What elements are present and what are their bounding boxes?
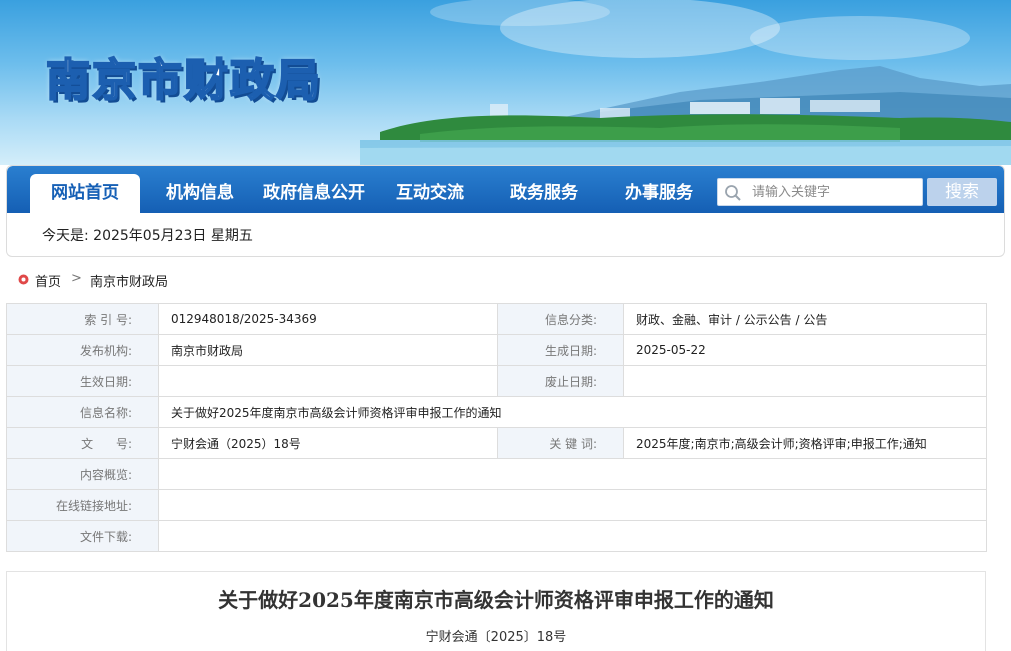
doc-number-value: 宁财会通（2025）18号 (158, 427, 498, 459)
overview-value (158, 458, 987, 490)
site-title: 南京市财政局 (45, 54, 322, 107)
online-link-value[interactable] (158, 489, 987, 521)
info-name-label: 信息名称: (6, 396, 159, 428)
current-date: 今天是: 2025年05月23日 星期五 (42, 228, 253, 244)
search-input[interactable] (752, 182, 918, 202)
index-label: 索 引 号: (6, 303, 159, 335)
category-label: 信息分类: (497, 303, 624, 335)
table-row: 文 号: 宁财会通（2025）18号 关 键 词: 2025年度;南京市;高级会… (6, 427, 987, 459)
abolish-date-value (623, 365, 987, 397)
breadcrumb-separator: > (71, 271, 82, 286)
index-value: 012948018/2025-34369 (158, 303, 498, 335)
file-download-value[interactable] (158, 520, 987, 552)
breadcrumb-current[interactable]: 南京市财政局 (90, 271, 168, 290)
keywords-value: 2025年度;南京市;高级会计师;资格评审;申报工作;通知 (623, 427, 987, 459)
table-row: 信息名称: 关于做好2025年度南京市高级会计师资格评审申报工作的通知 (6, 396, 987, 428)
table-row: 发布机构: 南京市财政局 生成日期: 2025-05-22 (6, 334, 987, 366)
home-icon (18, 274, 29, 285)
overview-label: 内容概览: (6, 458, 159, 490)
article-title: 关于做好2025年度南京市高级会计师资格评审申报工作的通知 (218, 588, 774, 612)
search-button[interactable]: 搜索 (927, 178, 997, 206)
effective-date-label: 生效日期: (6, 365, 159, 397)
nav-box: 网站首页 机构信息 政府信息公开 互动交流 政务服务 办事服务 搜索 今天是: … (6, 165, 1005, 257)
keywords-label: 关 键 词: (497, 427, 624, 459)
publisher-label: 发布机构: (6, 334, 159, 366)
main-nav: 网站首页 机构信息 政府信息公开 互动交流 政务服务 办事服务 搜索 (7, 166, 1004, 213)
publisher-value: 南京市财政局 (158, 334, 498, 366)
article-doc-number: 宁财会通〔2025〕18号 (425, 630, 567, 645)
abolish-date-label: 废止日期: (497, 365, 624, 397)
doc-number-label: 文 号: (6, 427, 159, 459)
nav-item-gov-services[interactable]: 政务服务 (499, 174, 589, 213)
online-link-label: 在线链接地址: (6, 489, 159, 521)
search-box (717, 178, 923, 206)
table-row: 索 引 号: 012948018/2025-34369 信息分类: 财政、金融、… (6, 303, 987, 335)
header-banner: 南京市财政局 (0, 0, 1011, 165)
table-row: 内容概览: (6, 458, 987, 490)
article-body: 关于做好2025年度南京市高级会计师资格评审申报工作的通知 宁财会通〔2025〕… (6, 571, 986, 651)
nav-item-affairs[interactable]: 办事服务 (614, 174, 704, 213)
table-row: 文件下载: (6, 520, 987, 552)
nav-item-gov-info[interactable]: 政府信息公开 (254, 174, 374, 213)
nav-item-home[interactable]: 网站首页 (30, 174, 140, 213)
created-date-value: 2025-05-22 (623, 334, 987, 366)
search-icon (725, 185, 741, 201)
breadcrumb-home-link[interactable]: 首页 (35, 271, 61, 290)
effective-date-value (158, 365, 498, 397)
table-row: 在线链接地址: (6, 489, 987, 521)
created-date-label: 生成日期: (497, 334, 624, 366)
nav-item-organization[interactable]: 机构信息 (155, 174, 245, 213)
info-name-value: 关于做好2025年度南京市高级会计师资格评审申报工作的通知 (158, 396, 987, 428)
nav-item-interaction[interactable]: 互动交流 (385, 174, 475, 213)
info-table: 索 引 号: 012948018/2025-34369 信息分类: 财政、金融、… (6, 303, 987, 552)
table-row: 生效日期: 废止日期: (6, 365, 987, 397)
category-value: 财政、金融、审计 / 公示公告 / 公告 (623, 303, 987, 335)
file-download-label: 文件下载: (6, 520, 159, 552)
